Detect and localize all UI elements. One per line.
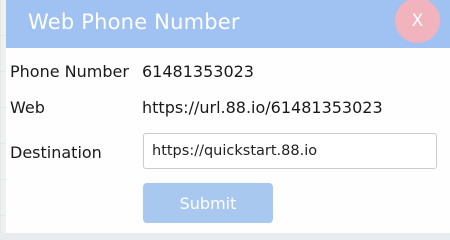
dialog-title: Web Phone Number xyxy=(28,10,240,34)
web-phone-number-dialog: Web Phone Number X Phone Number 61481353… xyxy=(6,0,450,233)
web-label: Web xyxy=(10,98,45,117)
close-button[interactable]: X xyxy=(395,0,440,43)
web-value: https://url.88.io/61481353023 xyxy=(142,98,383,117)
destination-label: Destination xyxy=(10,143,102,162)
phone-number-label: Phone Number xyxy=(10,62,129,81)
phone-number-value: 61481353023 xyxy=(142,62,254,81)
close-icon: X xyxy=(411,10,424,31)
dialog-header: Web Phone Number xyxy=(6,0,450,48)
submit-button[interactable]: Submit xyxy=(143,183,273,223)
destination-input[interactable] xyxy=(143,133,437,169)
